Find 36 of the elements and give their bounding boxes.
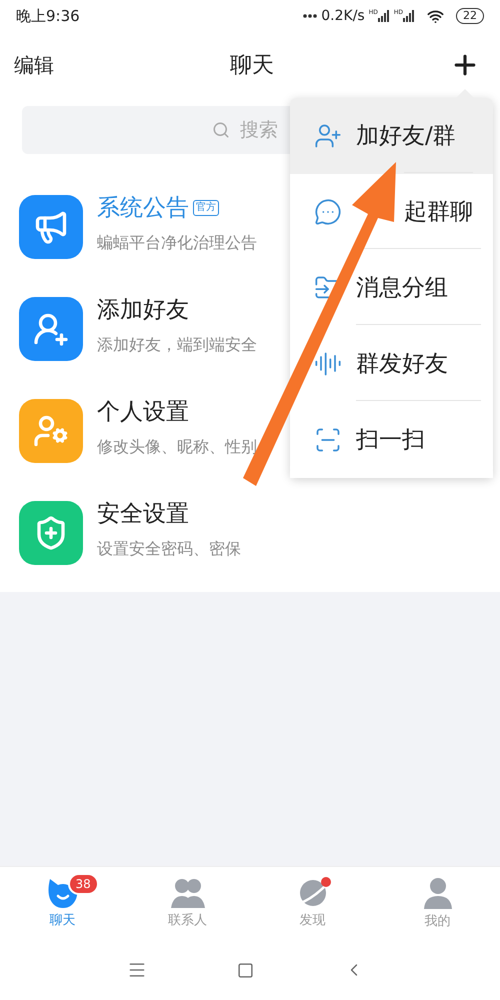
signal-icon xyxy=(403,10,415,22)
scan-icon xyxy=(314,426,342,454)
menu-item[interactable]: 消息分组 xyxy=(290,250,493,326)
signal-icon xyxy=(378,10,390,22)
official-badge: 官方 xyxy=(193,200,219,216)
page-title: 聊天 xyxy=(230,52,274,80)
unread-badge: 38 xyxy=(68,872,99,895)
wifi-icon xyxy=(427,8,444,24)
add-user-icon xyxy=(314,122,342,150)
item-subtitle: 设置安全密码、密保 xyxy=(97,538,241,560)
user-gear-icon xyxy=(33,413,69,449)
item-subtitle: 修改头像、昵称、性别 xyxy=(97,436,257,458)
item-title: 个人设置 xyxy=(97,398,189,427)
add-user-icon xyxy=(33,311,69,347)
item-title: 系统公告 xyxy=(97,194,189,223)
menu-item[interactable]: 扫一扫 xyxy=(290,402,493,478)
item-title: 添加好友 xyxy=(97,296,189,325)
item-subtitle: 添加好友，端到端安全 xyxy=(97,334,257,356)
search-icon xyxy=(212,121,230,139)
item-title: 安全设置 xyxy=(97,500,189,529)
dots-icon xyxy=(303,14,318,18)
menu-label: 加好友/群 xyxy=(356,122,456,151)
menu-label: 扫一扫 xyxy=(356,400,481,480)
chat-bubble-icon xyxy=(314,198,342,226)
item-subtitle: 蝙蝠平台净化治理公告 xyxy=(97,232,257,254)
menu-item[interactable]: 群发好友 xyxy=(290,326,493,402)
contacts-icon xyxy=(168,876,206,909)
battery-level: 22 xyxy=(456,8,484,24)
person-icon xyxy=(422,876,454,910)
sound-wave-icon xyxy=(314,350,342,378)
megaphone-icon xyxy=(33,209,69,245)
status-time: 晚上9:36 xyxy=(16,6,80,27)
home-icon[interactable] xyxy=(236,962,254,978)
edit-button[interactable]: 编辑 xyxy=(14,50,54,80)
network-speed: 0.2K/s xyxy=(321,6,365,26)
menu-item[interactable]: 加好友/群 xyxy=(290,98,493,174)
